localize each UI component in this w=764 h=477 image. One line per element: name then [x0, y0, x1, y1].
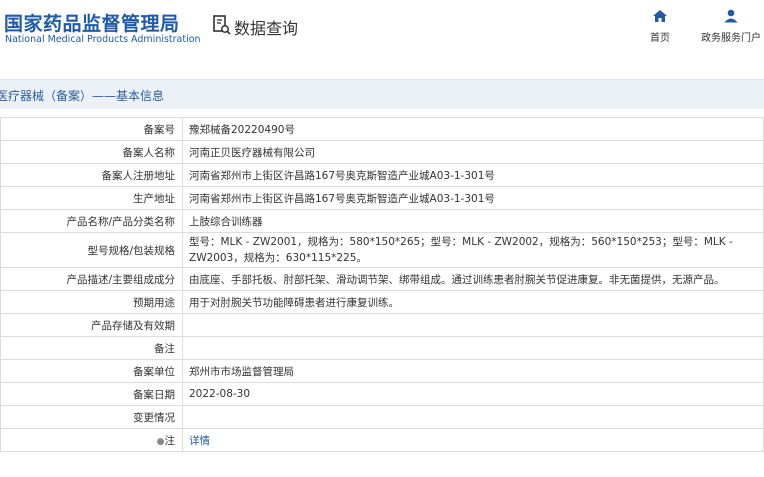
- table-row: 备注: [0, 336, 764, 360]
- row-value: 上肢综合训练器: [182, 209, 764, 233]
- user-icon: [700, 9, 762, 23]
- row-value: [182, 405, 764, 429]
- document-search-icon: [212, 14, 232, 40]
- record-info-table: 备案号 豫郑械备20220490号 备案人名称 河南正贝医疗器械有限公司 备案人…: [0, 117, 764, 452]
- row-label: 产品名称/产品分类名称: [0, 209, 183, 233]
- site-header: 国家药品监督管理局 National Medical Products Admi…: [0, 0, 764, 72]
- row-label: 备案单位: [0, 359, 183, 383]
- pin-icon: ●: [156, 436, 165, 447]
- row-label: 备案人注册地址: [0, 163, 183, 187]
- table-row: 产品描述/主要组成成分 由底座、手部托板、肘部托架、滑动调节架、绑带组成。通过训…: [0, 267, 764, 291]
- row-label: 备注: [0, 336, 183, 360]
- nav-home-label: 首页: [650, 33, 670, 44]
- table-row: 变更情况: [0, 405, 764, 429]
- table-row: ●注 详情: [0, 428, 764, 452]
- row-label: 预期用途: [0, 290, 183, 314]
- site-logo-english[interactable]: National Medical Products Administration: [5, 34, 201, 45]
- note-row-label: ●注: [0, 428, 183, 452]
- data-query-label: 数据查询: [234, 19, 299, 38]
- note-label: 注: [164, 434, 176, 447]
- row-label: 产品存储及有效期: [0, 313, 183, 337]
- table-row: 预期用途 用于对肘腕关节功能障碍患者进行康复训练。: [0, 290, 764, 314]
- row-value: 郑州市市场监督管理局: [182, 359, 764, 383]
- row-value: 型号：MLK - ZW2001，规格为：580*150*265；型号：MLK -…: [182, 232, 764, 268]
- table-row: 备案人名称 河南正贝医疗器械有限公司: [0, 140, 764, 164]
- row-label: 生产地址: [0, 186, 183, 210]
- nav-portal-label: 政务服务门户: [701, 33, 761, 44]
- table-row: 备案号 豫郑械备20220490号: [0, 117, 764, 141]
- breadcrumb: 医疗器械（备案）——基本信息: [0, 89, 165, 103]
- row-value: 用于对肘腕关节功能障碍患者进行康复训练。: [182, 290, 764, 314]
- row-label: 产品描述/主要组成成分: [0, 267, 183, 291]
- table-row: 型号规格/包装规格 型号：MLK - ZW2001，规格为：580*150*26…: [0, 232, 764, 268]
- row-label: 型号规格/包装规格: [0, 232, 183, 268]
- table-row: 产品存储及有效期: [0, 313, 764, 337]
- home-icon: [646, 9, 674, 23]
- row-label: 备案日期: [0, 382, 183, 406]
- data-query-title[interactable]: 数据查询: [212, 14, 298, 40]
- row-value: 豫郑械备20220490号: [182, 117, 764, 141]
- row-value: [182, 313, 764, 337]
- table-row: 产品名称/产品分类名称 上肢综合训练器: [0, 209, 764, 233]
- row-label: 备案号: [0, 117, 183, 141]
- table-row: 生产地址 河南省郑州市上街区许昌路167号奥克斯智造产业城A03-1-301号: [0, 186, 764, 210]
- site-logo-chinese[interactable]: 国家药品监督管理局: [4, 9, 180, 36]
- table-row: 备案人注册地址 河南省郑州市上街区许昌路167号奥克斯智造产业城A03-1-30…: [0, 163, 764, 187]
- row-value: 详情: [182, 428, 764, 452]
- row-value: 由底座、手部托板、肘部托架、滑动调节架、绑带组成。通过训练患者肘腕关节促进康复。…: [182, 267, 764, 291]
- details-link[interactable]: 详情: [189, 435, 210, 447]
- row-value: 河南省郑州市上街区许昌路167号奥克斯智造产业城A03-1-301号: [182, 186, 764, 210]
- row-value: 2022-08-30: [182, 382, 764, 406]
- row-value: 河南正贝医疗器械有限公司: [182, 140, 764, 164]
- row-value: [182, 336, 764, 360]
- table-row: 备案单位 郑州市市场监督管理局: [0, 359, 764, 383]
- nav-home-link[interactable]: 首页: [646, 9, 674, 44]
- row-label: 备案人名称: [0, 140, 183, 164]
- nav-portal-link[interactable]: 政务服务门户: [700, 9, 762, 44]
- row-value: 河南省郑州市上街区许昌路167号奥克斯智造产业城A03-1-301号: [182, 163, 764, 187]
- row-label: 变更情况: [0, 405, 183, 429]
- breadcrumb-bar: 医疗器械（备案）——基本信息: [0, 79, 764, 109]
- table-row: 备案日期 2022-08-30: [0, 382, 764, 406]
